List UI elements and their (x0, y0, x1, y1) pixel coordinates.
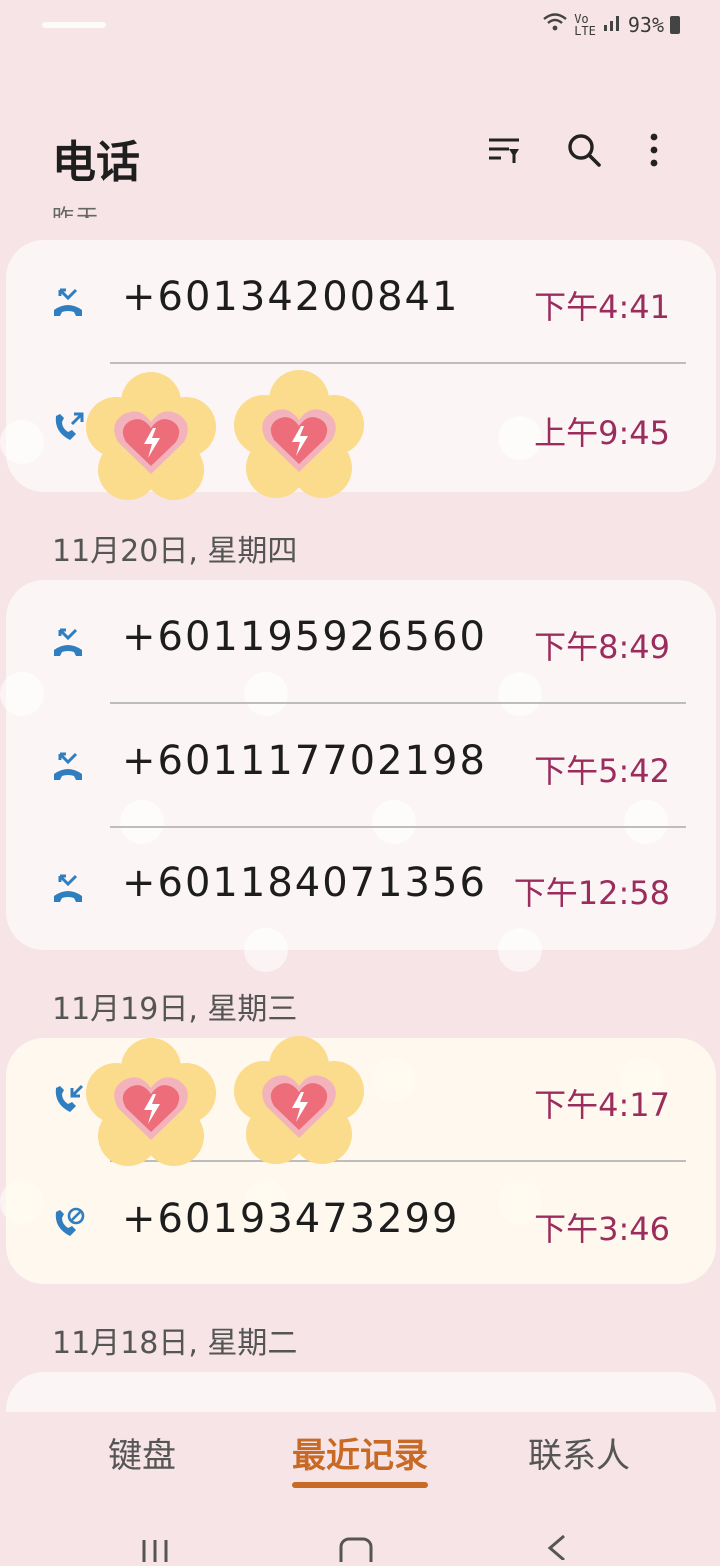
volte-icon: Vo LTE (574, 11, 596, 38)
flower-heart-sticker (86, 1038, 216, 1168)
flower-heart-sticker (86, 372, 216, 502)
date-label: 11月20日, 星期四 (52, 534, 298, 569)
bottom-tab-bar: 键盘 最近记录 联系人 (0, 1400, 720, 1500)
call-time: 下午8:49 (534, 628, 670, 666)
search-icon[interactable] (562, 128, 606, 172)
tab-recents[interactable]: 最近记录 (292, 1428, 428, 1477)
call-log-row[interactable]: +60134200841 下午4:41 (6, 240, 716, 364)
phone-number: +60193473299 (122, 1196, 460, 1242)
row-divider (110, 362, 686, 364)
date-label-yesterday: 昨天 (52, 200, 100, 218)
date-label: 11月19日, 星期三 (52, 992, 298, 1027)
page-title: 电话 (52, 137, 140, 188)
filter-icon[interactable] (482, 128, 526, 172)
call-time: 下午12:58 (513, 874, 670, 912)
call-time: 下午4:41 (534, 288, 670, 326)
recent-apps-icon[interactable] (140, 1538, 170, 1566)
app-header: 电话 (0, 118, 720, 190)
phone-number: +601195926560 (122, 614, 487, 660)
status-left-indicator (42, 22, 106, 28)
wifi-icon (542, 12, 568, 37)
flower-heart-sticker (234, 370, 364, 500)
call-log-row[interactable]: +601117702198 下午5:42 (6, 704, 716, 828)
date-label: 11月18日, 星期二 (52, 1326, 298, 1361)
phone-number: +601184071356 (122, 860, 487, 906)
tab-contacts[interactable]: 联系人 (528, 1428, 630, 1477)
call-time: 下午4:17 (534, 1086, 670, 1124)
signal-icon (602, 12, 622, 37)
call-time: 下午3:46 (534, 1210, 670, 1248)
missed-call-icon (50, 870, 86, 906)
status-bar: Vo LTE 93% (0, 0, 720, 56)
phone-number: +60134200841 (122, 274, 460, 320)
status-icons: Vo LTE 93% (542, 12, 680, 37)
call-log-row[interactable]: +601195926560 下午8:49 (6, 580, 716, 704)
incoming-call-icon (50, 1082, 86, 1118)
call-log-row[interactable]: +601184071356 下午12:58 (6, 826, 716, 950)
more-options-icon[interactable] (632, 128, 676, 172)
tab-keypad[interactable]: 键盘 (108, 1428, 176, 1477)
system-navigation-bar (0, 1520, 720, 1566)
battery-icon (670, 15, 680, 34)
phone-number: +601117702198 (122, 738, 487, 784)
call-time: 下午5:42 (534, 752, 670, 790)
call-time: 上午9:45 (534, 414, 670, 452)
missed-call-icon (50, 748, 86, 784)
home-icon[interactable] (338, 1536, 374, 1566)
missed-call-icon (50, 624, 86, 660)
rejected-call-icon (50, 1206, 86, 1242)
flower-heart-sticker (234, 1036, 364, 1166)
battery-percent: 93% (627, 12, 664, 37)
active-tab-indicator (292, 1482, 428, 1488)
call-log-row[interactable]: +60193473299 下午3:46 (6, 1162, 716, 1286)
call-group-card: +601195926560 下午8:49 +601117702198 下午5:4… (6, 580, 716, 950)
missed-call-icon (50, 284, 86, 320)
outgoing-call-icon (50, 410, 86, 446)
